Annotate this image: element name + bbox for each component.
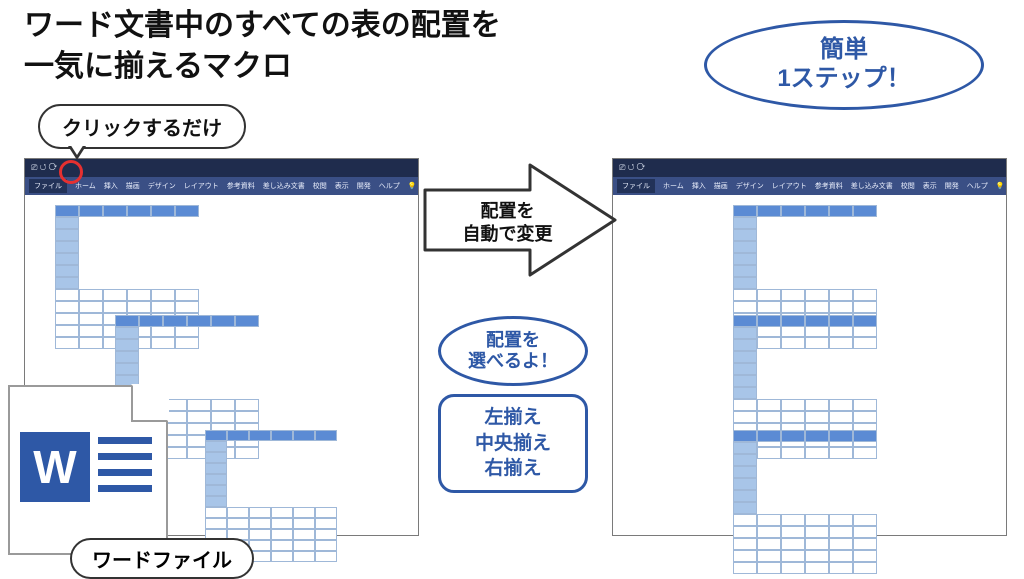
tell-me[interactable]: 💡 何をしますか [408, 181, 418, 191]
tab-help[interactable]: ヘルプ [379, 181, 400, 191]
align-right: 右揃え [484, 456, 541, 482]
tab-file[interactable]: ファイル [29, 179, 67, 193]
tab-design[interactable]: デザイン [736, 181, 764, 191]
arrow-l2: 自動で変更 [463, 224, 553, 244]
select-l1: 配置を [486, 330, 540, 351]
ribbon: ファイル ホーム 挿入 描画 デザイン レイアウト 参考資料 差し込み文書 校閲… [25, 177, 418, 195]
tab-file[interactable]: ファイル [617, 179, 655, 193]
tab-dev[interactable]: 開発 [945, 181, 959, 191]
doc-lines-icon [98, 437, 152, 492]
easy-badge: 簡単 1ステップ！ [704, 20, 984, 110]
ribbon: ファイル ホーム 挿入 描画 デザイン レイアウト 参考資料 差し込み文書 校閲… [613, 177, 1006, 195]
tab-design[interactable]: デザイン [148, 181, 176, 191]
click-bubble: クリックするだけ [38, 104, 246, 149]
tab-draw[interactable]: 描画 [126, 181, 140, 191]
titlebar: ⎚ ↺ ⟳ [25, 159, 418, 177]
page-title: ワード文書中のすべての表の配置を 一気に揃えるマクロ [24, 6, 501, 87]
tab-ref[interactable]: 参考資料 [815, 181, 843, 191]
tab-mail[interactable]: 差し込み文書 [263, 181, 305, 191]
file-label: ワードファイル [70, 538, 254, 579]
align-options-box: 左揃え 中央揃え 右揃え [438, 394, 588, 493]
titlebar-icons: ⎚ ↺ ⟳ [31, 163, 57, 173]
word-file-icon: W [8, 385, 168, 555]
easy-l2: 1ステップ！ [777, 65, 910, 94]
titlebar: ⎚ ↺ ⟳ [613, 159, 1006, 177]
arrow-label: 配置を 自動で変更 [440, 200, 575, 247]
titlebar-icons: ⎚ ↺ ⟳ [619, 163, 645, 173]
tab-view[interactable]: 表示 [335, 181, 349, 191]
easy-l1: 簡単 [820, 36, 868, 65]
tab-layout[interactable]: レイアウト [184, 181, 219, 191]
align-left: 左揃え [484, 405, 541, 431]
title-line1: ワード文書中のすべての表の配置を [24, 9, 501, 42]
select-bubble: 配置を 選べるよ！ [438, 316, 588, 386]
file-fold-icon [131, 386, 167, 422]
word-w-badge: W [20, 432, 90, 502]
word-window-after: ⎚ ↺ ⟳ ファイル ホーム 挿入 描画 デザイン レイアウト 参考資料 差し込… [612, 158, 1007, 536]
tab-layout[interactable]: レイアウト [772, 181, 807, 191]
arrow-l1: 配置を [481, 201, 535, 221]
tab-review[interactable]: 校閲 [901, 181, 915, 191]
highlight-circle-icon [59, 160, 83, 184]
select-l2: 選べるよ！ [468, 351, 558, 372]
document-area [613, 195, 1006, 535]
tell-me[interactable]: 💡 何をしますか [996, 181, 1006, 191]
file-page-icon: W [8, 385, 168, 555]
tab-ref[interactable]: 参考資料 [227, 181, 255, 191]
tab-dev[interactable]: 開発 [357, 181, 371, 191]
tab-mail[interactable]: 差し込み文書 [851, 181, 893, 191]
tab-help[interactable]: ヘルプ [967, 181, 988, 191]
tab-insert[interactable]: 挿入 [692, 181, 706, 191]
tab-draw[interactable]: 描画 [714, 181, 728, 191]
tab-view[interactable]: 表示 [923, 181, 937, 191]
tab-review[interactable]: 校閲 [313, 181, 327, 191]
tab-home[interactable]: ホーム [75, 181, 96, 191]
title-line2: 一気に揃えるマクロ [24, 47, 501, 88]
tab-home[interactable]: ホーム [663, 181, 684, 191]
align-center: 中央揃え [475, 431, 551, 457]
table-after-3 [733, 430, 877, 574]
tab-insert[interactable]: 挿入 [104, 181, 118, 191]
click-bubble-tail [68, 146, 86, 160]
